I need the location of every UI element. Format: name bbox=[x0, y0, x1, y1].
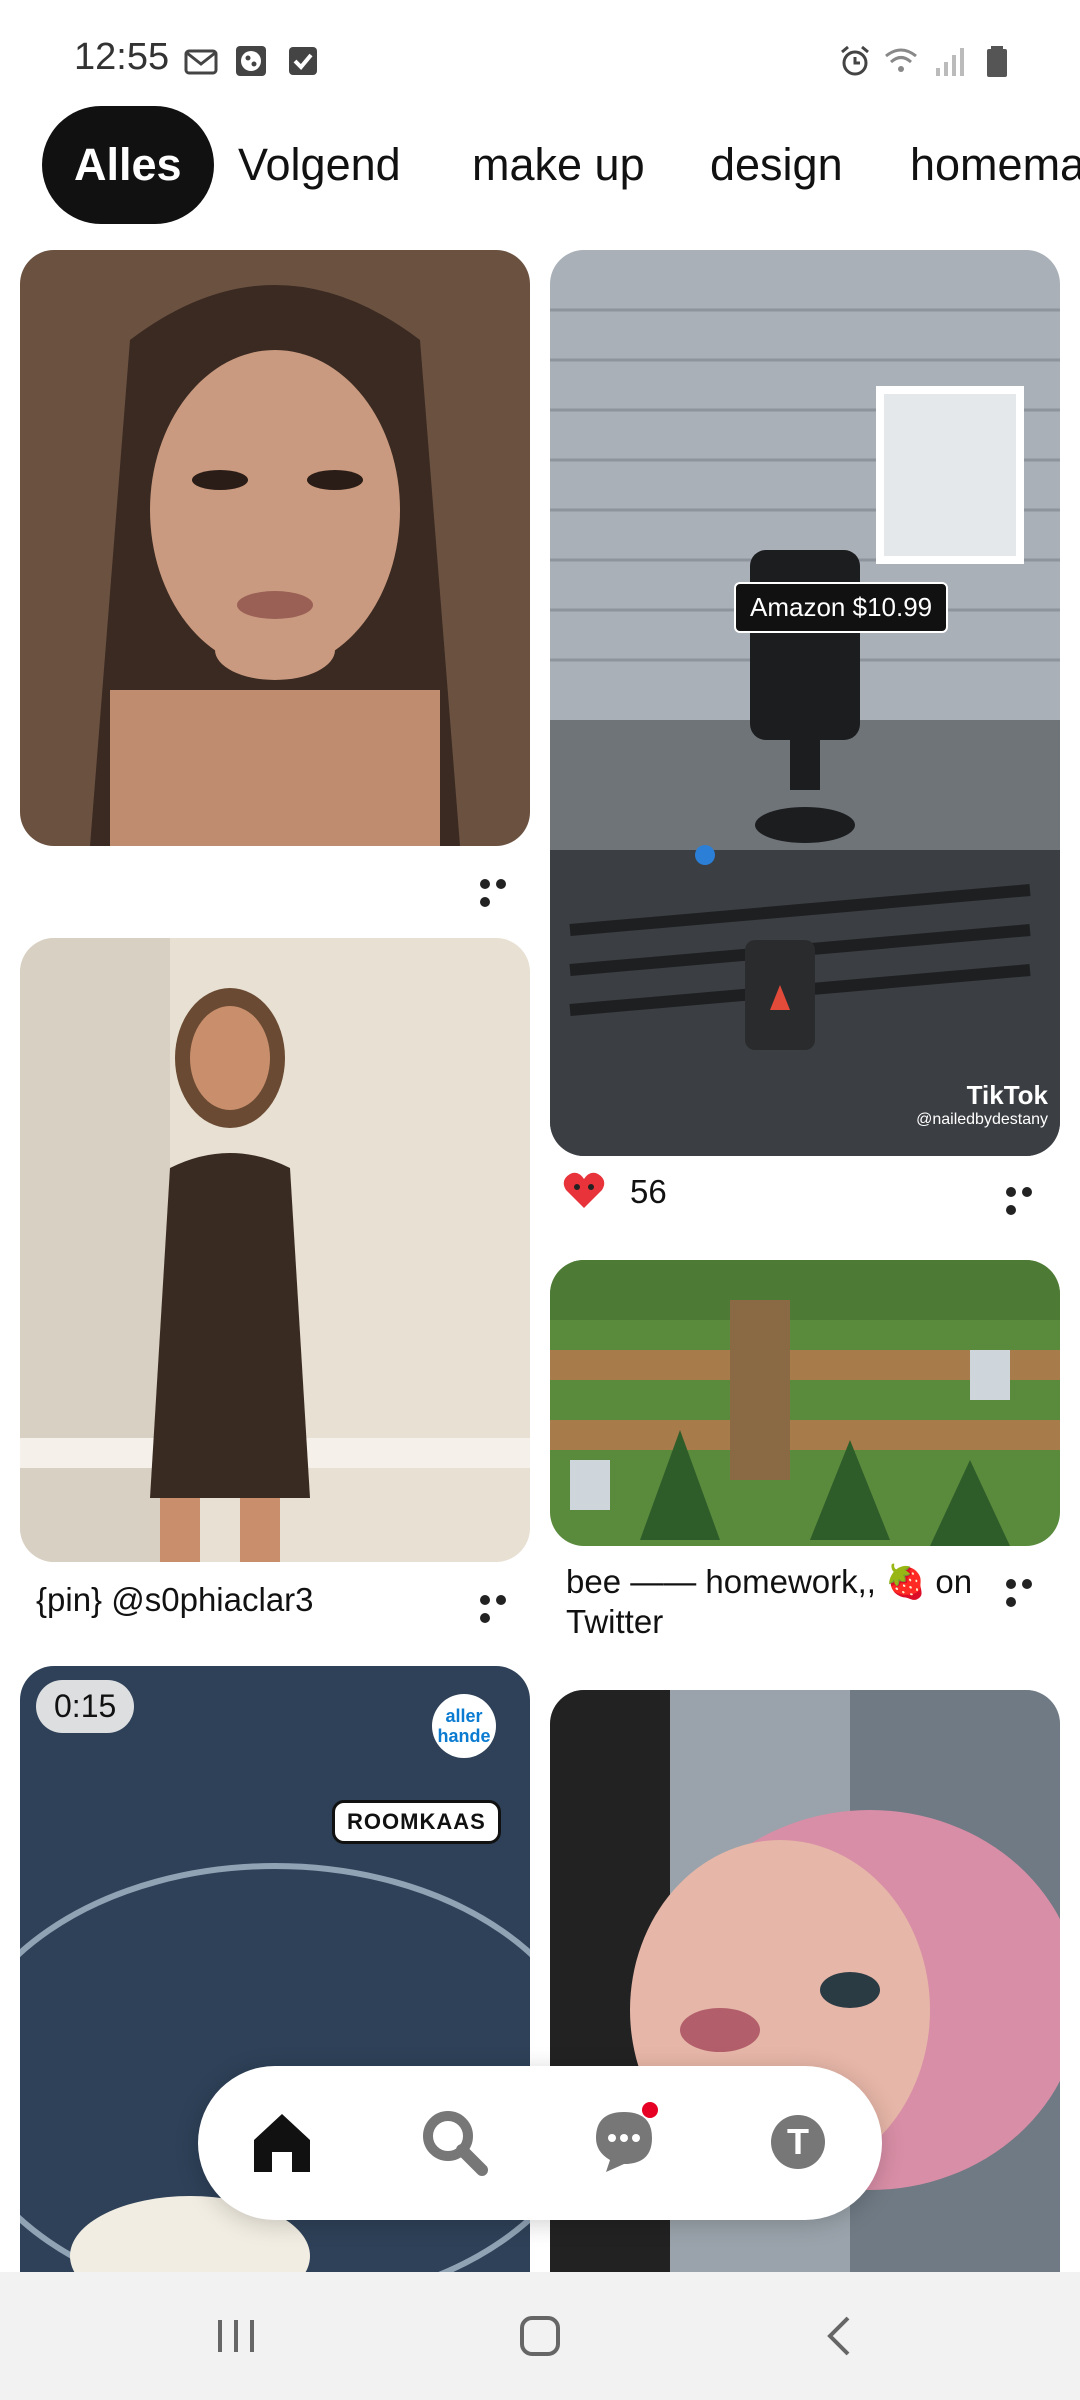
check-icon bbox=[289, 47, 317, 75]
bottom-nav: T bbox=[198, 2066, 882, 2220]
video-duration: 0:15 bbox=[36, 1680, 135, 1733]
status-bar: 12:55 bbox=[0, 0, 1080, 100]
pin-caption-game: bee —— homework,, 🍓 on Twitter bbox=[566, 1563, 973, 1640]
pin-more-button[interactable] bbox=[480, 1592, 524, 1623]
tiktok-watermark: TikTok @nailedbydestany bbox=[916, 1080, 1048, 1129]
messages-icon[interactable] bbox=[584, 2102, 664, 2182]
video-label: ROOMKAAS bbox=[332, 1800, 501, 1844]
board-tabs: Alles Volgend make up design homemade bbox=[0, 106, 1080, 224]
brand-badge: aller hande bbox=[432, 1694, 496, 1758]
mail-icon bbox=[184, 49, 218, 75]
game-screenshot bbox=[550, 1260, 1060, 1546]
pin-image-car-mount[interactable]: Amazon $10.99 TikTok @nailedbydestany bbox=[550, 250, 1060, 1156]
pin-more-button[interactable] bbox=[1006, 1184, 1050, 1215]
status-time: 12:55 bbox=[74, 36, 170, 78]
tab-design[interactable]: design bbox=[710, 106, 843, 224]
tab-volgend[interactable]: Volgend bbox=[238, 106, 401, 224]
recent-apps-icon[interactable] bbox=[206, 2306, 266, 2366]
cookie-icon bbox=[236, 46, 266, 76]
tab-homemade[interactable]: homemade bbox=[910, 106, 1080, 224]
pin-image-dress[interactable] bbox=[20, 938, 530, 1562]
dress-photo bbox=[20, 938, 530, 1562]
tab-make-up[interactable]: make up bbox=[472, 106, 645, 224]
price-tag: Amazon $10.99 bbox=[734, 582, 949, 633]
back-icon[interactable] bbox=[810, 2306, 870, 2366]
tiktok-user: @nailedbydestany bbox=[916, 1111, 1048, 1128]
home-button-icon[interactable] bbox=[510, 2306, 570, 2366]
alarm-icon bbox=[841, 45, 869, 76]
portrait-photo bbox=[20, 250, 530, 846]
reaction-count: 56 bbox=[630, 1173, 667, 1210]
heart-reaction-icon bbox=[563, 1172, 605, 1208]
search-icon[interactable] bbox=[414, 2102, 494, 2182]
tab-alles[interactable]: Alles bbox=[42, 106, 214, 224]
pin-image-portrait[interactable] bbox=[20, 250, 530, 846]
signal-icon bbox=[936, 48, 964, 76]
pin-caption-dress: {pin} @s0phiaclar3 bbox=[36, 1581, 314, 1618]
home-icon[interactable] bbox=[242, 2102, 322, 2182]
tiktok-label: TikTok bbox=[966, 1080, 1048, 1110]
car-mount-photo bbox=[550, 250, 1060, 1156]
profile-initial: T bbox=[771, 2115, 825, 2169]
profile-icon[interactable]: T bbox=[758, 2102, 838, 2182]
pin-more-button[interactable] bbox=[480, 876, 524, 907]
pin-image-game[interactable] bbox=[550, 1260, 1060, 1546]
wifi-icon bbox=[885, 48, 917, 72]
pin-more-button[interactable] bbox=[1006, 1576, 1050, 1607]
system-nav-bar bbox=[0, 2272, 1080, 2400]
battery-icon bbox=[987, 46, 1007, 77]
